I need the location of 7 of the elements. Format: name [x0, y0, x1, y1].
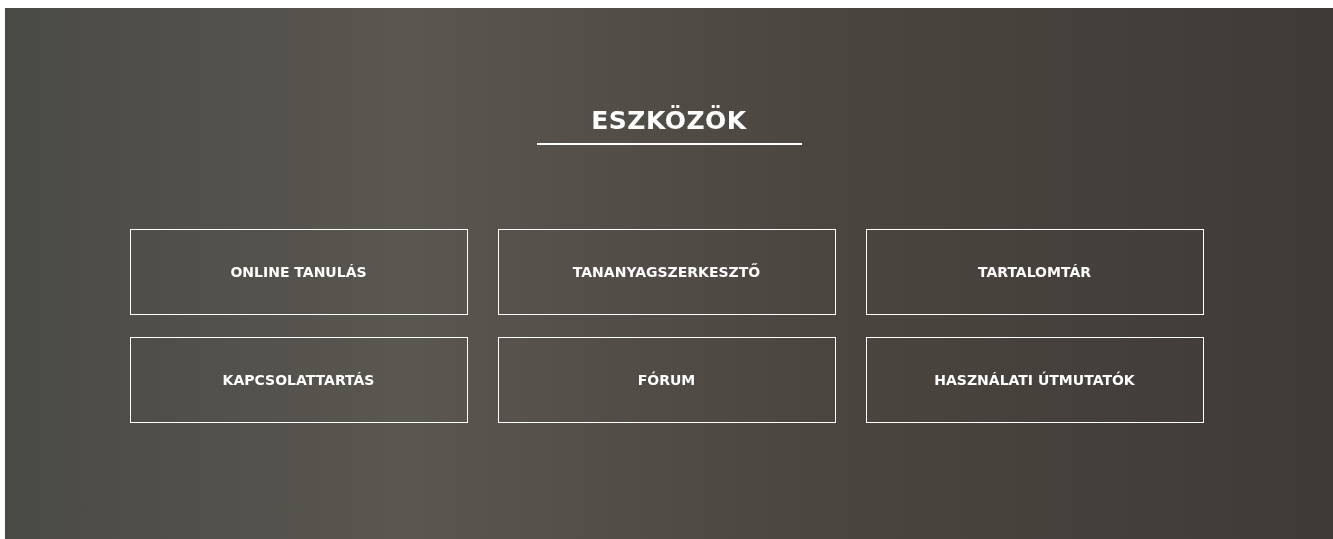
section-title: ESZKÖZÖK [590, 106, 748, 137]
tool-link-button[interactable]: ONLINE TANULÁS [129, 229, 468, 315]
tool-link-button[interactable]: HASZNÁLATI ÚTMUTATÓK [865, 337, 1204, 423]
tool-link-button[interactable]: TARTALOMTÁR [865, 229, 1204, 315]
tool-link-button[interactable]: FÓRUM [497, 337, 836, 423]
tool-link-button[interactable]: TANANYAGSZERKESZTŐ [497, 229, 836, 315]
tool-link-button[interactable]: KAPCSOLATTARTÁS [129, 337, 468, 423]
